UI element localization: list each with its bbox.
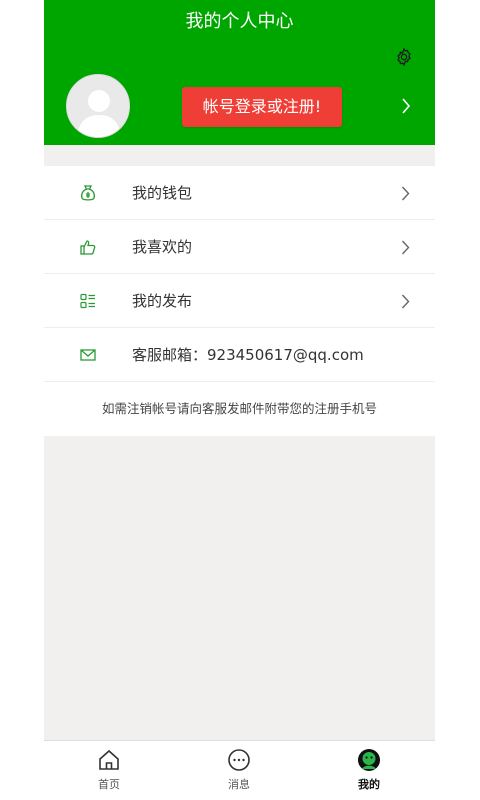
menu-item-posts[interactable]: 我的发布 [44, 274, 435, 328]
tab-messages[interactable]: 消息 [174, 741, 304, 800]
profile-screen: 我的个人中心 帐号登录或注册! 我的钱包 我喜欢的 我的发布 客服邮箱：9234… [44, 0, 435, 800]
menu-item-label: 我喜欢的 [132, 238, 193, 256]
profile-header: 我的个人中心 帐号登录或注册! [44, 0, 435, 145]
gear-icon[interactable] [393, 46, 415, 68]
page-title: 我的个人中心 [185, 11, 294, 32]
menu-item-wallet[interactable]: 我的钱包 [44, 166, 435, 220]
chevron-right-icon [399, 291, 411, 311]
tab-home[interactable]: 首页 [44, 741, 174, 800]
menu-item-support-email: 客服邮箱：923450617@qq.com [44, 328, 435, 382]
home-icon [97, 748, 121, 772]
tab-label: 我的 [358, 778, 380, 791]
support-email-text: 客服邮箱：923450617@qq.com [132, 346, 364, 364]
thumbs-up-icon [80, 238, 96, 256]
tab-label: 首页 [98, 778, 120, 791]
chevron-right-icon [399, 237, 411, 257]
tab-profile[interactable]: 我的 [304, 741, 434, 800]
menu-item-label: 我的钱包 [132, 184, 193, 202]
default-avatar-icon [67, 75, 129, 137]
mail-icon [80, 346, 96, 364]
money-bag-icon [80, 184, 96, 202]
chat-bubble-icon [227, 748, 251, 772]
menu-item-label: 我的发布 [132, 292, 193, 310]
chevron-right-icon [399, 183, 411, 203]
login-register-button[interactable]: 帐号登录或注册! [182, 87, 342, 127]
account-deletion-notice: 如需注销帐号请向客服发邮件附带您的注册手机号 [44, 382, 435, 436]
avatar[interactable] [66, 74, 130, 138]
menu-item-favorites[interactable]: 我喜欢的 [44, 220, 435, 274]
profile-menu: 我的钱包 我喜欢的 我的发布 客服邮箱：923450617@qq.com 如需注… [44, 166, 435, 436]
tab-label: 消息 [228, 778, 250, 791]
bottom-tab-bar: 首页 消息 我的 [44, 740, 435, 800]
list-icon [80, 292, 96, 310]
profile-icon [357, 748, 381, 772]
chevron-right-icon[interactable] [398, 95, 414, 117]
